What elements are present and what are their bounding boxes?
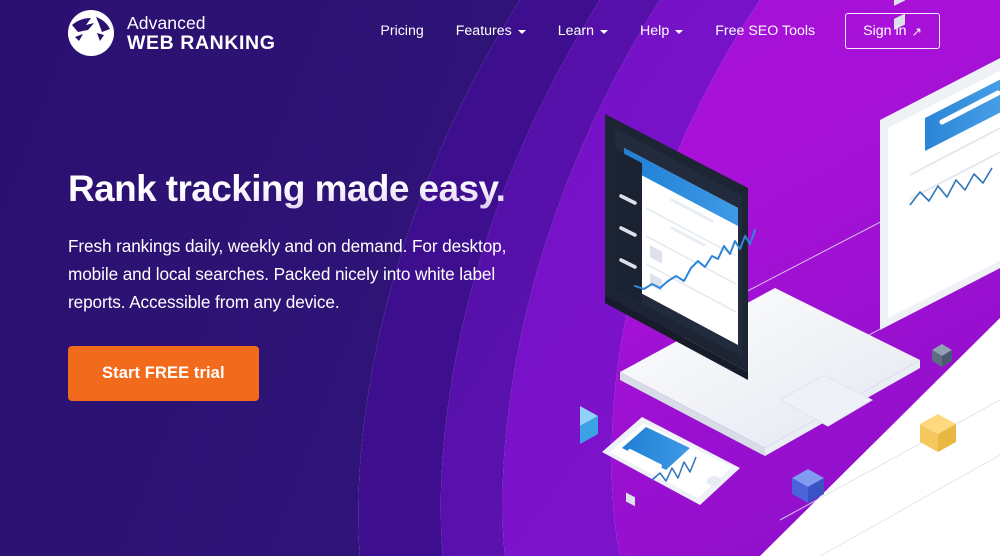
external-link-arrow-icon: ↗	[911, 24, 922, 39]
nav-item-features[interactable]: Features	[440, 17, 542, 45]
smartphone-device	[602, 417, 740, 507]
chevron-down-icon	[600, 30, 609, 34]
sign-in-label: Sign in	[863, 23, 907, 39]
brand-name-line2: WEB RANKING	[127, 31, 276, 54]
nav-item-help[interactable]: Help	[624, 17, 699, 45]
nav-item-free-seo-tools[interactable]: Free SEO Tools	[699, 17, 831, 45]
chevron-down-icon	[675, 30, 684, 34]
nav-label: Pricing	[380, 23, 424, 39]
guide-lines	[709, 159, 1000, 556]
start-free-trial-button[interactable]: Start FREE trial	[68, 346, 259, 402]
hero-section: Rank tracking made easy. Fresh rankings …	[68, 168, 538, 402]
sign-in-button[interactable]: Sign in ↗	[845, 13, 940, 49]
landing-page: Advanced WEB RANKING Pricing Features Le…	[0, 0, 1000, 556]
isometric-devices-illustration	[580, 0, 1000, 556]
site-header: Advanced WEB RANKING Pricing Features Le…	[0, 0, 1000, 62]
nav-label: Learn	[557, 23, 595, 39]
nav-item-pricing[interactable]: Pricing	[364, 17, 439, 45]
main-navigation: Pricing Features Learn Help Free SEO Too…	[364, 0, 940, 62]
royal-blue-cube	[792, 469, 824, 503]
nav-label: Features	[455, 23, 512, 39]
hero-subtitle: Fresh rankings daily, weekly and on dema…	[68, 235, 507, 312]
nav-item-learn[interactable]: Learn	[542, 17, 624, 45]
nav-label: Free SEO Tools	[715, 23, 816, 39]
page-title: Rank tracking made easy.	[68, 168, 538, 211]
light-blue-cube-cluster	[580, 406, 598, 444]
chevron-down-icon	[517, 30, 526, 34]
globe-logo-icon	[68, 10, 114, 56]
brand-name-line1: Advanced	[127, 13, 206, 33]
laptop-device	[605, 114, 920, 456]
nav-label: Help	[640, 23, 670, 39]
gold-cube-cluster	[920, 414, 956, 452]
brand-logo[interactable]: Advanced WEB RANKING	[66, 8, 276, 58]
slate-cube	[932, 344, 952, 367]
